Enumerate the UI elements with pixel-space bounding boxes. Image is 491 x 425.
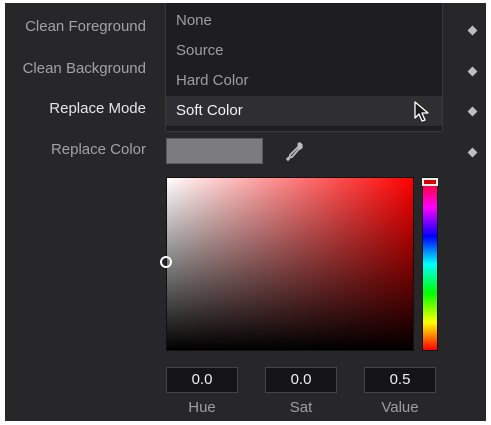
sat-label: Sat [289,399,313,416]
replace-color-label: Replace Color [50,141,146,158]
hue-input[interactable]: 0.0 [166,367,238,393]
replace-mode-dropdown-menu[interactable]: None Source Hard Color Soft Color [165,3,443,132]
option-soft-color-label: Soft Color [176,102,243,119]
mouse-pointer-icon [414,101,429,122]
hue-slider-handle[interactable] [422,178,438,186]
replace-mode-label: Replace Mode [49,100,146,117]
option-soft-color[interactable]: Soft Color [166,96,442,126]
inspector-panel: Clean Foreground Clean Background Replac… [5,3,486,421]
replace-color-swatch[interactable] [166,138,263,164]
hue-slider[interactable] [422,177,438,351]
value-shade-overlay [167,178,413,350]
hue-label: Hue [188,399,216,416]
saturation-value-picker[interactable] [160,177,414,351]
keyframe-diamond-icon[interactable] [467,106,478,117]
clean-background-label: Clean Background [22,60,146,77]
keyframe-diamond-icon[interactable] [467,25,478,36]
clean-foreground-label: Clean Foreground [25,18,146,35]
keyframe-diamond-icon[interactable] [467,147,478,158]
picker-handle[interactable] [160,256,172,268]
option-hard-color[interactable]: Hard Color [166,66,442,96]
sat-input[interactable]: 0.0 [265,367,337,393]
keyframe-diamond-icon[interactable] [467,66,478,77]
option-none[interactable]: None [166,6,442,36]
value-label: Value [381,399,419,416]
eyedropper-icon[interactable] [285,140,305,162]
option-source[interactable]: Source [166,36,442,66]
value-input[interactable]: 0.5 [364,367,436,393]
